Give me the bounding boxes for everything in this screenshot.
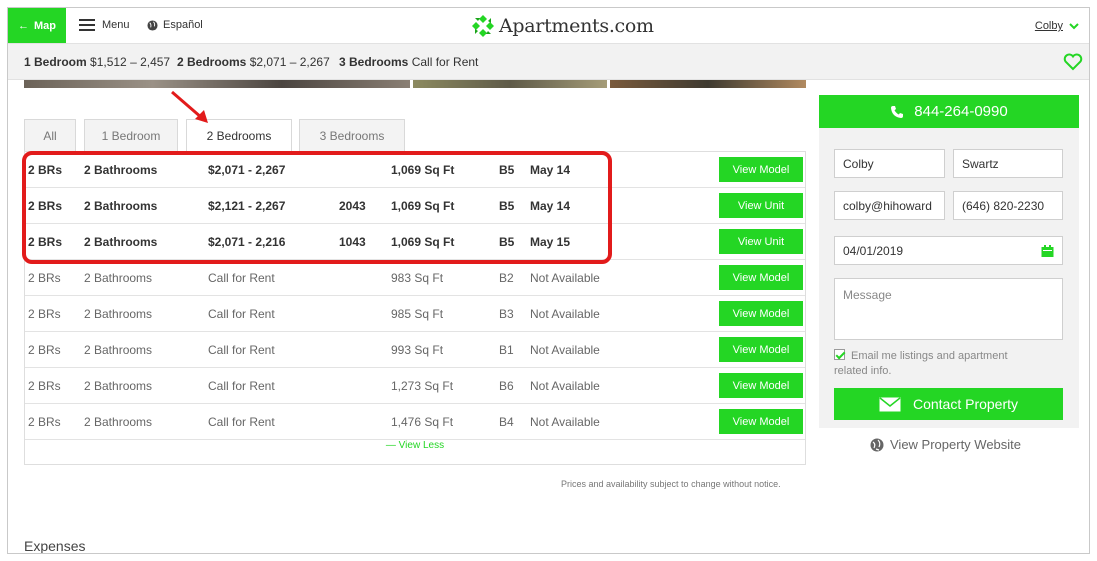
view-unit-button[interactable]: View Unit: [719, 229, 803, 254]
beds-cell: 2 BRs: [28, 343, 61, 357]
annotation-highlight-box: [22, 151, 612, 264]
price-cell: Call for Rent: [208, 343, 275, 357]
model-cell: B2: [499, 271, 514, 285]
map-button-label: Map: [34, 19, 56, 32]
phone-number: 844-264-0990: [914, 103, 1008, 120]
price-cell: Call for Rent: [208, 307, 275, 321]
apartments-logo[interactable]: Apartments.com: [471, 14, 654, 38]
contact-property-label: Contact Property: [912, 396, 1019, 412]
photo-strip: [24, 80, 806, 88]
optin-checkbox[interactable]: [834, 349, 845, 360]
baths-cell: 2 Bathrooms: [84, 379, 153, 393]
logo-text: Apartments.com: [499, 15, 654, 37]
summary-1-bedroom: 1 Bedroom $1,512 – 2,457: [24, 55, 171, 69]
model-cell: B6: [499, 379, 514, 393]
arrow-left-icon: ←: [18, 19, 29, 32]
view-model-button[interactable]: View Model: [719, 409, 803, 434]
sqft-cell: 985 Sq Ft: [391, 307, 444, 321]
baths-cell: 2 Bathrooms: [84, 307, 153, 321]
availability-cell: Not Available: [530, 343, 600, 357]
sqft-cell: 983 Sq Ft: [391, 271, 444, 285]
price-cell: Call for Rent: [208, 271, 275, 285]
pricing-summary-bar: 1 Bedroom $1,512 – 2,457 2 Bedrooms $2,0…: [8, 44, 1089, 80]
browser-page: ← Map Menu Español Apartments.com Colby …: [7, 7, 1090, 554]
phone-icon: [891, 105, 904, 118]
view-property-website-link[interactable]: View Property Website: [870, 437, 1021, 452]
language-label: Español: [163, 19, 203, 31]
view-unit-button[interactable]: View Unit: [719, 193, 803, 218]
summary-2-bedrooms: 2 Bedrooms $2,071 – 2,267: [177, 55, 330, 69]
summary-3-bedrooms: 3 Bedrooms Call for Rent: [339, 55, 479, 69]
availability-cell: Not Available: [530, 379, 600, 393]
message-field[interactable]: Message: [834, 278, 1063, 340]
contact-form: Colby Swartz colby@hihoward (646) 820-22…: [819, 128, 1079, 428]
beds-cell: 2 BRs: [28, 307, 61, 321]
phone-field[interactable]: (646) 820-2230: [953, 191, 1063, 220]
move-in-date-field[interactable]: 04/01/2019: [834, 236, 1063, 265]
email-field[interactable]: colby@hihoward: [834, 191, 945, 220]
sqft-cell: 1,273 Sq Ft: [391, 379, 454, 393]
view-model-button[interactable]: View Model: [719, 301, 803, 326]
heart-icon[interactable]: [1063, 53, 1083, 71]
tab-all[interactable]: All: [24, 119, 76, 151]
call-button[interactable]: 844-264-0990: [819, 95, 1079, 128]
view-less-link[interactable]: — View Less: [25, 440, 805, 451]
menu-label: Menu: [102, 19, 130, 31]
chevron-down-icon: [1069, 22, 1079, 29]
last-name-field[interactable]: Swartz: [953, 149, 1063, 178]
property-photo: [413, 80, 607, 88]
baths-cell: 2 Bathrooms: [84, 271, 153, 285]
table-row: 2 BRs 2 Bathrooms Call for Rent 983 Sq F…: [25, 260, 805, 296]
envelope-icon: [879, 396, 901, 411]
tab-1-bedroom[interactable]: 1 Bedroom: [84, 119, 178, 151]
tab-3-bedrooms[interactable]: 3 Bedrooms: [299, 119, 405, 151]
view-model-button[interactable]: View Model: [719, 337, 803, 362]
baths-cell: 2 Bathrooms: [84, 343, 153, 357]
apartments-logo-icon: [472, 15, 494, 37]
first-name-field[interactable]: Colby: [834, 149, 945, 178]
globe-icon: [147, 19, 158, 31]
baths-cell: 2 Bathrooms: [84, 415, 153, 429]
price-cell: Call for Rent: [208, 415, 275, 429]
website-globe-icon: [870, 438, 884, 451]
view-property-website-label: View Property Website: [890, 437, 1022, 452]
move-in-date-value: 04/01/2019: [843, 243, 904, 258]
availability-cell: Not Available: [530, 271, 600, 285]
table-row: 2 BRs 2 Bathrooms Call for Rent 1,273 Sq…: [25, 368, 805, 404]
contact-property-button[interactable]: Contact Property: [834, 388, 1063, 420]
expenses-heading: Expenses: [24, 538, 86, 554]
email-optin[interactable]: Email me listings and apartment related …: [834, 349, 1044, 379]
model-cell: B4: [499, 415, 514, 429]
annotation-arrow-icon: [171, 90, 208, 123]
sqft-cell: 993 Sq Ft: [391, 343, 444, 357]
optin-label: Email me listings and apartment related …: [834, 350, 1008, 377]
menu-button[interactable]: Menu: [79, 19, 130, 31]
availability-cell: Not Available: [530, 307, 600, 321]
view-model-button[interactable]: View Model: [719, 265, 803, 290]
sqft-cell: 1,476 Sq Ft: [391, 415, 454, 429]
availability-cell: Not Available: [530, 415, 600, 429]
top-bar: ← Map Menu Español Apartments.com Colby: [8, 8, 1089, 44]
beds-cell: 2 BRs: [28, 271, 61, 285]
user-name: Colby: [1034, 20, 1063, 32]
table-row: 2 BRs 2 Bathrooms Call for Rent 993 Sq F…: [25, 332, 805, 368]
pricing-disclaimer: Prices and availability subject to chang…: [561, 479, 781, 489]
beds-cell: 2 BRs: [28, 379, 61, 393]
view-model-button[interactable]: View Model: [719, 373, 803, 398]
model-cell: B1: [499, 343, 514, 357]
price-cell: Call for Rent: [208, 379, 275, 393]
language-link[interactable]: Español: [147, 19, 203, 31]
view-model-button[interactable]: View Model: [719, 157, 803, 182]
user-menu[interactable]: Colby: [1035, 20, 1079, 32]
property-photo: [24, 80, 410, 88]
property-photo: [610, 80, 806, 88]
table-row: 2 BRs 2 Bathrooms Call for Rent 1,476 Sq…: [25, 404, 805, 440]
model-cell: B3: [499, 307, 514, 321]
table-row: 2 BRs 2 Bathrooms Call for Rent 985 Sq F…: [25, 296, 805, 332]
map-button[interactable]: ← Map: [8, 8, 66, 43]
hamburger-icon: [79, 19, 95, 31]
beds-cell: 2 BRs: [28, 415, 61, 429]
calendar-icon[interactable]: [1041, 245, 1054, 257]
